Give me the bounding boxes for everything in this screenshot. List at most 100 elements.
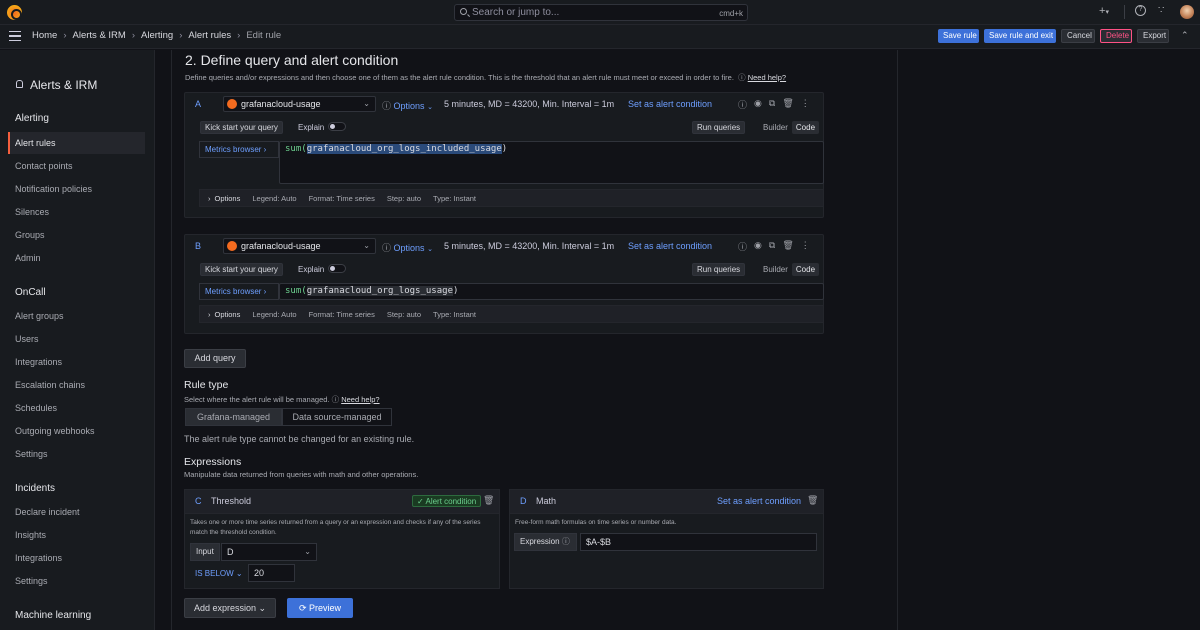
run-queries-button[interactable]: Run queries: [692, 121, 746, 134]
query-options-row[interactable]: › Options Legend: Auto Format: Time seri…: [199, 305, 824, 323]
duplicate-icon[interactable]: ⧉: [769, 98, 775, 111]
sidebar-section-alerting[interactable]: Alerting: [15, 113, 49, 124]
sidebar-item-contact-points[interactable]: Contact points: [15, 161, 73, 171]
sidebar-item-alert-rules[interactable]: Alert rules: [15, 138, 56, 148]
sidebar-item-outgoing-webhooks[interactable]: Outgoing webhooks: [15, 426, 95, 436]
explain-toggle[interactable]: [328, 264, 346, 273]
run-queries-button[interactable]: Run queries: [692, 263, 746, 276]
divider: [1124, 5, 1125, 19]
query-options-toggle[interactable]: ⓘ Options ⌄: [382, 241, 433, 254]
section-help-link[interactable]: Need help?: [748, 73, 786, 82]
expression-type: Math: [536, 496, 557, 506]
input-label: Input: [190, 543, 220, 561]
trash-icon[interactable]: 🗑: [483, 495, 494, 506]
drag-handle-icon[interactable]: ⋮: [801, 240, 810, 253]
builder-tab[interactable]: Builder: [759, 263, 792, 276]
rule-type-description: Select where the alert rule will be mana…: [184, 395, 380, 404]
sidebar-item-incident-integrations[interactable]: Integrations: [15, 553, 62, 563]
math-expression-input[interactable]: $A-$B: [580, 533, 817, 551]
trash-icon[interactable]: 🗑: [782, 98, 793, 111]
drag-handle-icon[interactable]: ⋮: [801, 98, 810, 111]
sidebar-item-silences[interactable]: Silences: [15, 207, 49, 217]
sidebar-item-oncall-settings[interactable]: Settings: [15, 449, 48, 459]
save-rule-button[interactable]: Save rule: [938, 29, 979, 43]
query-editor[interactable]: sum(grafanacloud_org_logs_usage): [279, 283, 824, 300]
breadcrumb-home[interactable]: Home: [32, 30, 57, 41]
tab-datasource-managed[interactable]: Data source-managed: [282, 408, 392, 426]
export-button[interactable]: Export: [1137, 29, 1169, 43]
sidebar-item-integrations[interactable]: Integrations: [15, 357, 62, 367]
datasource-picker[interactable]: grafanacloud-usage ⌄: [223, 238, 376, 254]
tab-grafana-managed[interactable]: Grafana-managed: [185, 408, 282, 426]
query-options-row[interactable]: › Options Legend: Auto Format: Time seri…: [199, 189, 824, 207]
info-icon: ⓘ: [382, 243, 392, 253]
set-alert-condition-link[interactable]: Set as alert condition: [628, 99, 712, 109]
sidebar-section-incidents[interactable]: Incidents: [15, 483, 55, 494]
help-icon[interactable]: ?: [1135, 5, 1146, 16]
threshold-input-select[interactable]: D ⌄: [221, 543, 317, 561]
duplicate-icon[interactable]: ⧉: [769, 240, 775, 253]
expression-letter: D: [520, 496, 527, 506]
sidebar-item-alert-groups[interactable]: Alert groups: [15, 311, 64, 321]
query-actions: ⓘ ◉ ⧉ 🗑 ⋮: [738, 98, 810, 111]
menu-icon[interactable]: [9, 31, 21, 41]
breadcrumb-alerting[interactable]: Alerting: [141, 30, 173, 41]
disable-icon[interactable]: ◉: [754, 98, 762, 111]
sidebar-item-escalation-chains[interactable]: Escalation chains: [15, 380, 85, 390]
kick-start-button[interactable]: Kick start your query: [200, 121, 283, 134]
datasource-icon: [227, 241, 237, 251]
threshold-operator-select[interactable]: IS BELOW ⌄: [195, 569, 243, 578]
query-options-toggle[interactable]: ⓘ Options ⌄: [382, 99, 433, 112]
save-rule-exit-button[interactable]: Save rule and exit: [984, 29, 1056, 43]
set-alert-condition-link[interactable]: Set as alert condition: [717, 496, 801, 506]
collapse-chevron-icon[interactable]: ⌃: [1181, 30, 1189, 41]
scrollbar[interactable]: [1196, 50, 1200, 630]
threshold-description-2: match the threshold condition.: [190, 529, 277, 536]
help-icon[interactable]: ⓘ: [738, 98, 747, 111]
search-input[interactable]: Search or jump to... cmd+k: [454, 4, 748, 21]
delete-button[interactable]: Delete: [1100, 29, 1132, 43]
metrics-browser-button[interactable]: Metrics browser ›: [199, 141, 279, 158]
explain-toggle[interactable]: [328, 122, 346, 131]
cancel-button[interactable]: Cancel: [1061, 29, 1095, 43]
add-query-button[interactable]: Add query: [184, 349, 246, 368]
sidebar-item-insights[interactable]: Insights: [15, 530, 46, 540]
sidebar-section-oncall[interactable]: OnCall: [15, 287, 46, 298]
add-expression-button[interactable]: Add expression ⌄: [184, 598, 276, 618]
query-editor[interactable]: sum(grafanacloud_org_logs_included_usage…: [279, 141, 824, 184]
avatar[interactable]: [1180, 5, 1194, 19]
chevron-down-icon: ⌄: [304, 547, 311, 556]
sidebar-item-notification-policies[interactable]: Notification policies: [15, 184, 92, 194]
code-tab[interactable]: Code: [791, 263, 820, 276]
breadcrumb-alerts-irm[interactable]: Alerts & IRM: [73, 30, 126, 41]
sidebar-item-users[interactable]: Users: [15, 334, 39, 344]
trash-icon[interactable]: 🗑: [782, 240, 793, 253]
metrics-browser-button[interactable]: Metrics browser ›: [199, 283, 279, 300]
rule-type-help-link[interactable]: Need help?: [341, 395, 379, 404]
sidebar-section-machine-learning[interactable]: Machine learning: [15, 610, 91, 621]
threshold-value-input[interactable]: 20: [248, 564, 295, 582]
disable-icon[interactable]: ◉: [754, 240, 762, 253]
grafana-logo-icon[interactable]: [7, 5, 22, 20]
expressions-title: Expressions: [184, 456, 242, 468]
new-plus-icon[interactable]: +▾: [1099, 5, 1109, 17]
trash-icon[interactable]: 🗑: [807, 495, 818, 506]
rss-icon[interactable]: ∵: [1158, 5, 1164, 16]
sidebar-item-admin[interactable]: Admin: [15, 253, 41, 263]
breadcrumb-alert-rules[interactable]: Alert rules: [188, 30, 231, 41]
sidebar-item-schedules[interactable]: Schedules: [15, 403, 57, 413]
info-icon: ⓘ: [382, 101, 392, 111]
code-tab[interactable]: Code: [791, 121, 820, 134]
kick-start-button[interactable]: Kick start your query: [200, 263, 283, 276]
sidebar-item-incident-settings[interactable]: Settings: [15, 576, 48, 586]
chevron-down-icon: ⌄: [363, 241, 370, 250]
builder-tab[interactable]: Builder: [759, 121, 792, 134]
section-title: 2. Define query and alert condition: [185, 52, 399, 68]
sidebar-item-declare-incident[interactable]: Declare incident: [15, 507, 80, 517]
sidebar-item-groups[interactable]: Groups: [15, 230, 45, 240]
help-icon[interactable]: ⓘ: [738, 240, 747, 253]
query-letter: B: [195, 241, 202, 251]
set-alert-condition-link[interactable]: Set as alert condition: [628, 241, 712, 251]
preview-button[interactable]: ⟳ Preview: [287, 598, 353, 618]
datasource-picker[interactable]: grafanacloud-usage ⌄: [223, 96, 376, 112]
